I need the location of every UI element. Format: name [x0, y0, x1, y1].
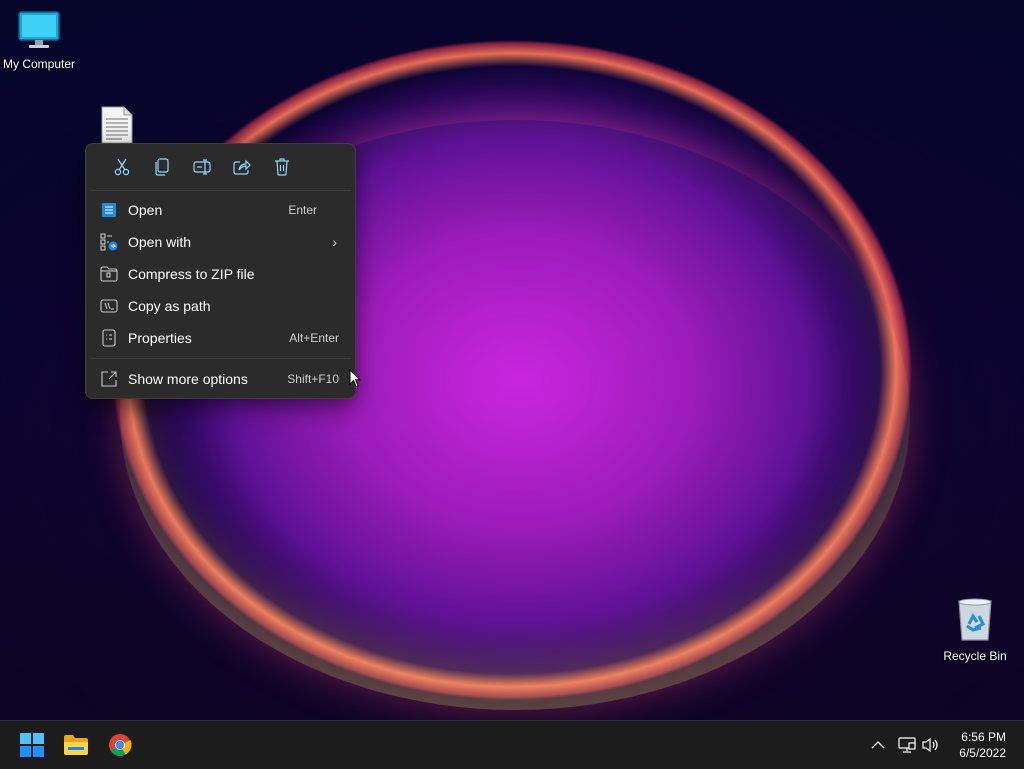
quick-actions-bar	[90, 144, 351, 191]
volume-button[interactable]	[920, 735, 942, 755]
context-menu: Open Enter Open with › Compress to ZIP f…	[85, 143, 356, 399]
menu-item-label: Open with	[128, 234, 192, 250]
desktop-icon-label: Recycle Bin	[943, 649, 1007, 663]
network-status-button[interactable]	[896, 735, 918, 755]
copy-path-icon	[100, 299, 118, 313]
desktop-icon-label: My Computer	[2, 57, 76, 71]
network-icon	[898, 737, 916, 753]
menu-item-shortcut: Shift+F10	[287, 372, 339, 386]
taskbar: 6:56 PM 6/5/2022	[0, 720, 1024, 769]
share-button[interactable]	[222, 156, 262, 178]
folder-icon	[64, 735, 88, 755]
chrome-button[interactable]	[106, 731, 134, 759]
menu-item-properties[interactable]: Properties Alt+Enter	[90, 323, 351, 353]
menu-item-shortcut: Enter	[288, 203, 317, 217]
copy-icon	[155, 158, 169, 176]
trash-icon	[275, 158, 289, 176]
notepad-icon	[102, 203, 116, 217]
file-explorer-button[interactable]	[62, 731, 90, 759]
scissors-icon	[114, 158, 130, 176]
open-with-icon	[100, 233, 118, 251]
menu-item-show-more-options[interactable]: Show more options Shift+F10	[90, 364, 351, 394]
chrome-icon	[109, 734, 132, 756]
menu-item-compress-zip[interactable]: Compress to ZIP file	[90, 259, 351, 289]
mouse-cursor-icon	[349, 368, 362, 392]
volume-icon	[922, 737, 938, 753]
menu-item-label: Compress to ZIP file	[128, 266, 255, 282]
text-file-icon	[72, 106, 162, 147]
delete-button[interactable]	[262, 156, 302, 178]
start-button[interactable]	[18, 731, 46, 759]
menu-separator	[90, 358, 351, 359]
rename-icon	[193, 159, 211, 175]
menu-item-label: Show more options	[128, 371, 248, 387]
clock-time: 6:56 PM	[961, 730, 1006, 744]
menu-item-open-with[interactable]: Open with ›	[90, 227, 351, 257]
menu-item-label: Properties	[128, 330, 192, 346]
show-hidden-icons-button[interactable]	[868, 735, 888, 755]
menu-item-shortcut: Alt+Enter	[289, 331, 339, 345]
more-options-icon	[101, 371, 117, 387]
desktop-icon-recycle-bin[interactable]: Recycle Bin	[930, 598, 1020, 663]
menu-item-open[interactable]: Open Enter	[90, 195, 351, 225]
taskbar-clock[interactable]: 6:56 PM 6/5/2022	[959, 729, 1006, 761]
menu-item-copy-as-path[interactable]: Copy as path	[90, 291, 351, 321]
properties-icon	[102, 329, 116, 347]
copy-button[interactable]	[142, 156, 182, 178]
share-icon	[233, 159, 251, 175]
chevron-right-icon: ›	[332, 234, 337, 250]
desktop-icon-my-computer[interactable]: My Computer	[0, 10, 84, 71]
recycle-bin-icon	[930, 598, 1020, 645]
monitor-icon	[0, 10, 84, 53]
menu-item-label: Copy as path	[128, 298, 211, 314]
windows-logo-icon	[20, 733, 44, 757]
clock-date: 6/5/2022	[959, 746, 1006, 760]
rename-button[interactable]	[182, 156, 222, 178]
chevron-up-icon	[871, 741, 885, 749]
cut-button[interactable]	[102, 156, 142, 178]
zip-folder-icon	[100, 266, 118, 282]
menu-item-label: Open	[128, 202, 163, 218]
